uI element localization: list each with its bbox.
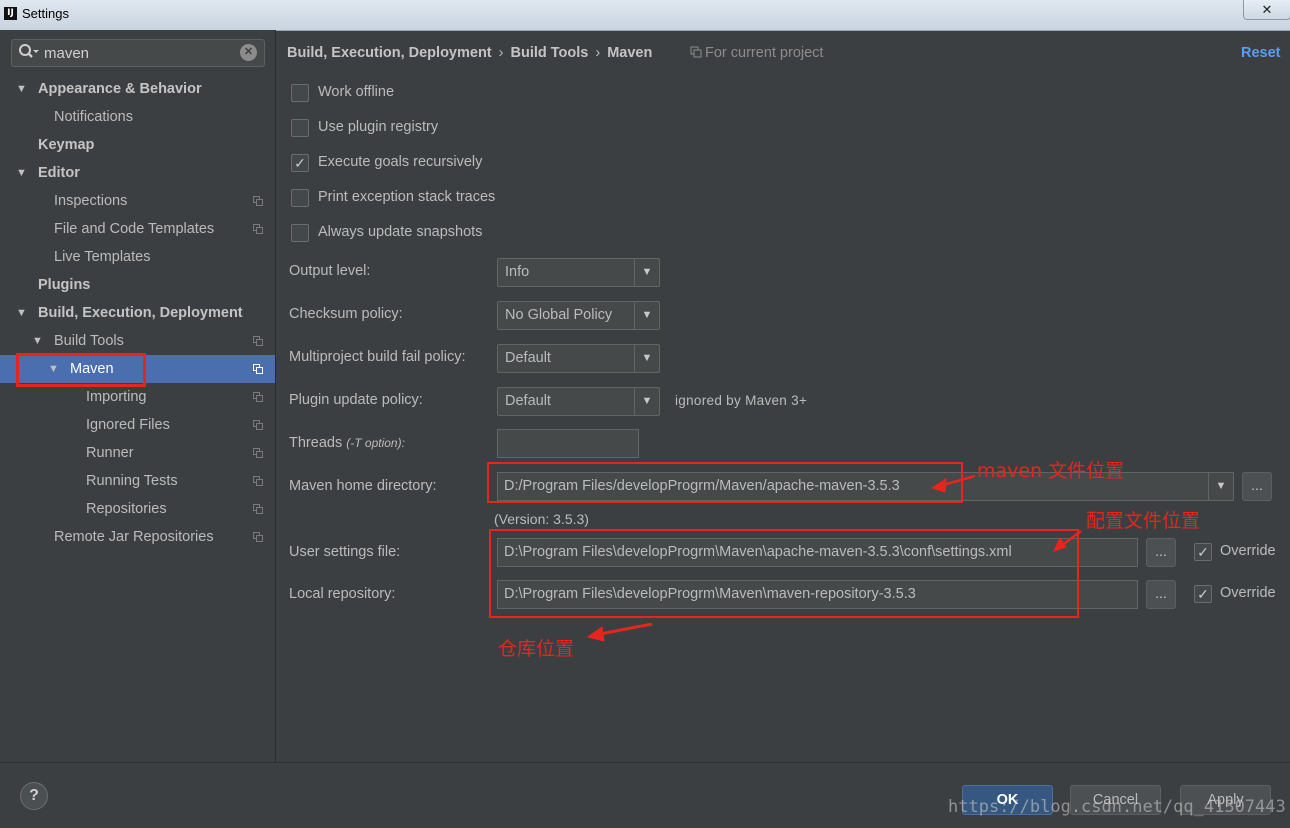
annotation-arrows: [586, 474, 1082, 642]
settings-file-annotation-text: 配置文件位置: [1086, 510, 1201, 532]
repository-annotation-text: 仓库位置: [498, 638, 575, 660]
help-button[interactable]: ?: [20, 782, 48, 810]
maven-home-annotation-text: maven 文件位置: [977, 460, 1125, 482]
watermark: https://blog.csdn.net/qq_41307443: [948, 797, 1286, 817]
